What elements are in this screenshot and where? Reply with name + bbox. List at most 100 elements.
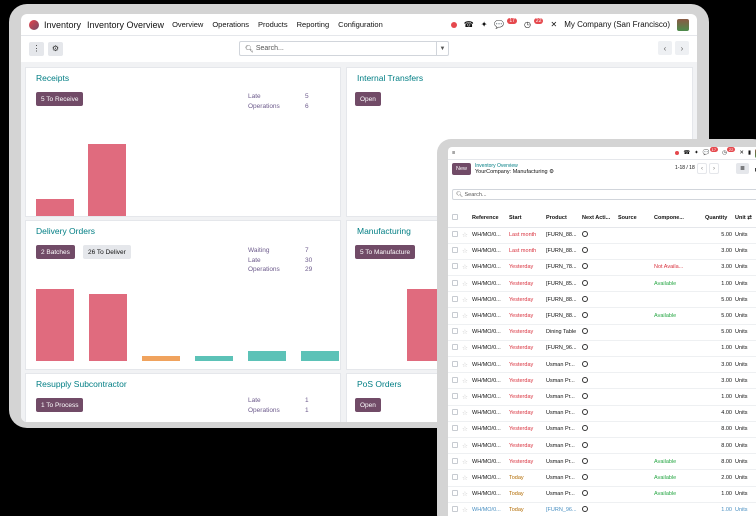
card-title[interactable]: Resupply Subcontractor: [36, 379, 127, 389]
breadcrumb[interactable]: Inventory Overview: [87, 20, 164, 30]
activity-icon[interactable]: ◷: [722, 150, 727, 156]
row-checkbox[interactable]: [452, 409, 458, 416]
pager-value[interactable]: 1-18 / 18: [675, 165, 695, 171]
table-row[interactable]: ☆ WH/MO/0... Last month [FURN_88... 3.00 Unit…: [448, 243, 756, 260]
clock-icon[interactable]: [582, 295, 588, 302]
clock-icon[interactable]: [582, 376, 588, 383]
delivery-bar-0[interactable]: [36, 289, 74, 361]
cell-reference[interactable]: WH/MO/0...: [472, 469, 509, 487]
row-checkbox[interactable]: [452, 279, 458, 286]
row-checkbox[interactable]: [452, 392, 458, 399]
menu-configuration[interactable]: Configuration: [338, 20, 383, 29]
row-checkbox[interactable]: [452, 376, 458, 383]
star-icon[interactable]: ☆: [462, 426, 468, 433]
delivery-bar-4[interactable]: [248, 351, 286, 361]
company-switcher[interactable]: My Company (San Francisco): [564, 20, 670, 29]
row-checkbox[interactable]: [452, 441, 458, 448]
search-input[interactable]: 🔍︎ Search... ▼: [452, 189, 756, 200]
stat-value[interactable]: 7: [305, 246, 309, 256]
stat-label[interactable]: Operations: [248, 265, 305, 275]
table-row[interactable]: ☆ WH/MO/0... Last month [FURN_88... 5.00 Unit…: [448, 227, 756, 244]
clock-icon[interactable]: [582, 506, 588, 513]
cell-reference[interactable]: WH/MO/0...: [472, 243, 509, 260]
clock-icon[interactable]: [582, 441, 588, 448]
clock-icon[interactable]: [582, 392, 588, 399]
clock-icon[interactable]: [582, 231, 588, 238]
stat-value[interactable]: 6: [305, 102, 309, 112]
row-checkbox[interactable]: [452, 360, 458, 367]
cell-reference[interactable]: WH/MO/0...: [472, 356, 509, 374]
table-row[interactable]: ☆ WH/MO/0... Yesterday [FURN_96... 1.00 Units: [448, 340, 756, 358]
stat-label[interactable]: Late: [248, 92, 305, 102]
star-icon[interactable]: ☆: [462, 264, 468, 271]
col-next-activity[interactable]: Next Acti...: [582, 210, 618, 228]
receipts-bar-1[interactable]: [88, 144, 126, 216]
recording-icon[interactable]: [450, 21, 457, 28]
row-checkbox[interactable]: [452, 263, 458, 270]
star-icon[interactable]: ☆: [462, 345, 468, 352]
settings-gear-button[interactable]: ⚙: [48, 41, 63, 56]
star-icon[interactable]: ☆: [462, 248, 468, 255]
clock-icon[interactable]: [582, 279, 588, 286]
clock-icon[interactable]: [582, 328, 588, 335]
delivery-bar-2[interactable]: [142, 356, 180, 361]
row-checkbox[interactable]: [452, 457, 458, 464]
cell-reference[interactable]: WH/MO/0...: [472, 324, 509, 341]
delivery-bar-3[interactable]: [195, 356, 233, 361]
table-row[interactable]: ☆ WH/MO/0... Yesterday Usman Pr... 8.00 Units: [448, 437, 756, 455]
tools-icon[interactable]: ✕: [739, 150, 744, 156]
to-manufacture-button[interactable]: 5 To Manufacture: [355, 245, 416, 259]
row-checkbox[interactable]: [452, 344, 458, 351]
card-title[interactable]: Receipts: [36, 73, 69, 83]
card-title[interactable]: Manufacturing: [357, 226, 411, 236]
table-row[interactable]: ☆ WH/MO/0... Today [FURN_96... 1.00 Units: [448, 502, 756, 516]
stat-value[interactable]: 1: [305, 396, 309, 406]
star-icon[interactable]: ☆: [462, 507, 468, 514]
tools-icon[interactable]: ✕: [550, 20, 557, 29]
recording-icon[interactable]: [675, 151, 680, 155]
col-components[interactable]: Compone...: [654, 210, 705, 228]
app-title[interactable]: Inventory: [44, 20, 81, 30]
open-button[interactable]: Open: [355, 92, 381, 106]
cell-reference[interactable]: WH/MO/0...: [472, 259, 509, 277]
clock-icon[interactable]: [582, 263, 588, 270]
star-icon[interactable]: ☆: [462, 475, 468, 482]
row-checkbox[interactable]: [452, 312, 458, 319]
stat-label[interactable]: Waiting: [248, 246, 305, 256]
row-checkbox[interactable]: [452, 295, 458, 302]
stat-label[interactable]: Late: [248, 256, 305, 266]
clock-icon[interactable]: [582, 312, 588, 319]
star-icon[interactable]: ☆: [462, 378, 468, 385]
search-dropdown-toggle[interactable]: ▼: [436, 42, 448, 55]
stat-value[interactable]: 5: [305, 92, 309, 102]
delivery-bar-5[interactable]: [301, 351, 339, 361]
list-view-icon[interactable]: ≣: [736, 163, 749, 174]
row-checkbox[interactable]: [452, 473, 458, 480]
to-receive-button[interactable]: 5 To Receive: [36, 92, 84, 106]
stat-label[interactable]: Operations: [248, 102, 305, 112]
cell-reference[interactable]: WH/MO/0...: [472, 437, 509, 455]
col-quantity[interactable]: Quantity: [705, 210, 735, 228]
table-row[interactable]: ☆ WH/MO/0... Yesterday Usman Pr... 8.00 Units: [448, 421, 756, 438]
cell-reference[interactable]: WH/MO/0...: [472, 372, 509, 390]
row-checkbox[interactable]: [452, 328, 458, 335]
col-start[interactable]: Start: [509, 210, 546, 228]
delivery-bar-1[interactable]: [89, 294, 127, 361]
more-options-button[interactable]: ⋮: [29, 41, 44, 56]
cell-reference[interactable]: WH/MO/0...: [472, 453, 509, 471]
clock-icon[interactable]: [582, 425, 588, 432]
cell-reference[interactable]: WH/MO/0...: [472, 486, 509, 503]
to-process-button[interactable]: 1 To Process: [36, 398, 84, 412]
card-title[interactable]: PoS Orders: [357, 379, 401, 389]
clock-icon[interactable]: [582, 344, 588, 351]
gear-icon[interactable]: ⚙: [549, 169, 554, 175]
menu-reporting[interactable]: Reporting: [297, 20, 330, 29]
star-icon[interactable]: ☆: [462, 443, 468, 450]
next-page-button[interactable]: ›: [709, 163, 719, 174]
batches-button[interactable]: 2 Batches: [36, 245, 75, 259]
table-row[interactable]: ☆ WH/MO/0... Yesterday Usman Pr... Available…: [448, 453, 756, 471]
clock-icon[interactable]: [582, 457, 588, 464]
chat-icon[interactable]: 💬: [494, 20, 504, 29]
star-icon[interactable]: ☆: [462, 394, 468, 401]
table-row[interactable]: ☆ WH/MO/0... Yesterday Usman Pr... 1.00 Units: [448, 388, 756, 406]
